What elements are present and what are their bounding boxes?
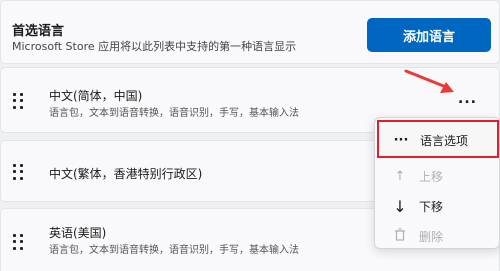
annotation-arrow-icon [404,69,454,93]
trash-icon [389,227,411,245]
language-features: 语言包，文本到语音转换，语音识别，手写，基本输入法 [49,245,299,256]
arrow-down-icon: ↓ [393,196,407,216]
remove-menu-item[interactable]: 删除 [375,222,500,250]
drag-handle-icon[interactable] [13,164,23,180]
more-options-button[interactable]: ... [458,91,477,107]
add-language-button[interactable]: 添加语言 [367,18,491,52]
language-name: 中文(繁体，香港特别行政区) [49,167,203,181]
language-features: 语言包，文本到语音转换，语音识别，手写，基本输入法 [49,108,299,119]
drag-handle-icon[interactable] [13,93,23,109]
language-options-menu-item[interactable]: ··· 语言选项 [377,120,499,158]
menu-item-label: 删除 [419,229,444,244]
move-down-menu-item[interactable]: ↓ 下移 [375,192,500,220]
section-description: Microsoft Store 应用将以此列表中支持的第一种语言显示 [12,40,297,53]
language-name: 英语(美国) [49,226,107,240]
language-options-content: ··· 语言选项 [376,126,500,154]
preferred-languages-header: 首选语言 Microsoft Store 应用将以此列表中支持的第一种语言显示 … [0,0,500,64]
menu-item-label: 上移 [419,169,444,184]
menu-item-label: 下移 [419,199,444,214]
more-horizontal-icon: ··· [393,132,409,148]
drag-handle-icon[interactable] [13,234,23,250]
menu-item-label: 语言选项 [420,133,469,148]
move-up-menu-item[interactable]: ↑ 上移 [375,162,500,190]
language-name: 中文(简体，中国) [49,89,143,103]
section-title: 首选语言 [12,24,65,39]
arrow-up-icon: ↑ [394,168,406,184]
language-settings: 首选语言 Microsoft Store 应用将以此列表中支持的第一种语言显示 … [0,0,500,271]
